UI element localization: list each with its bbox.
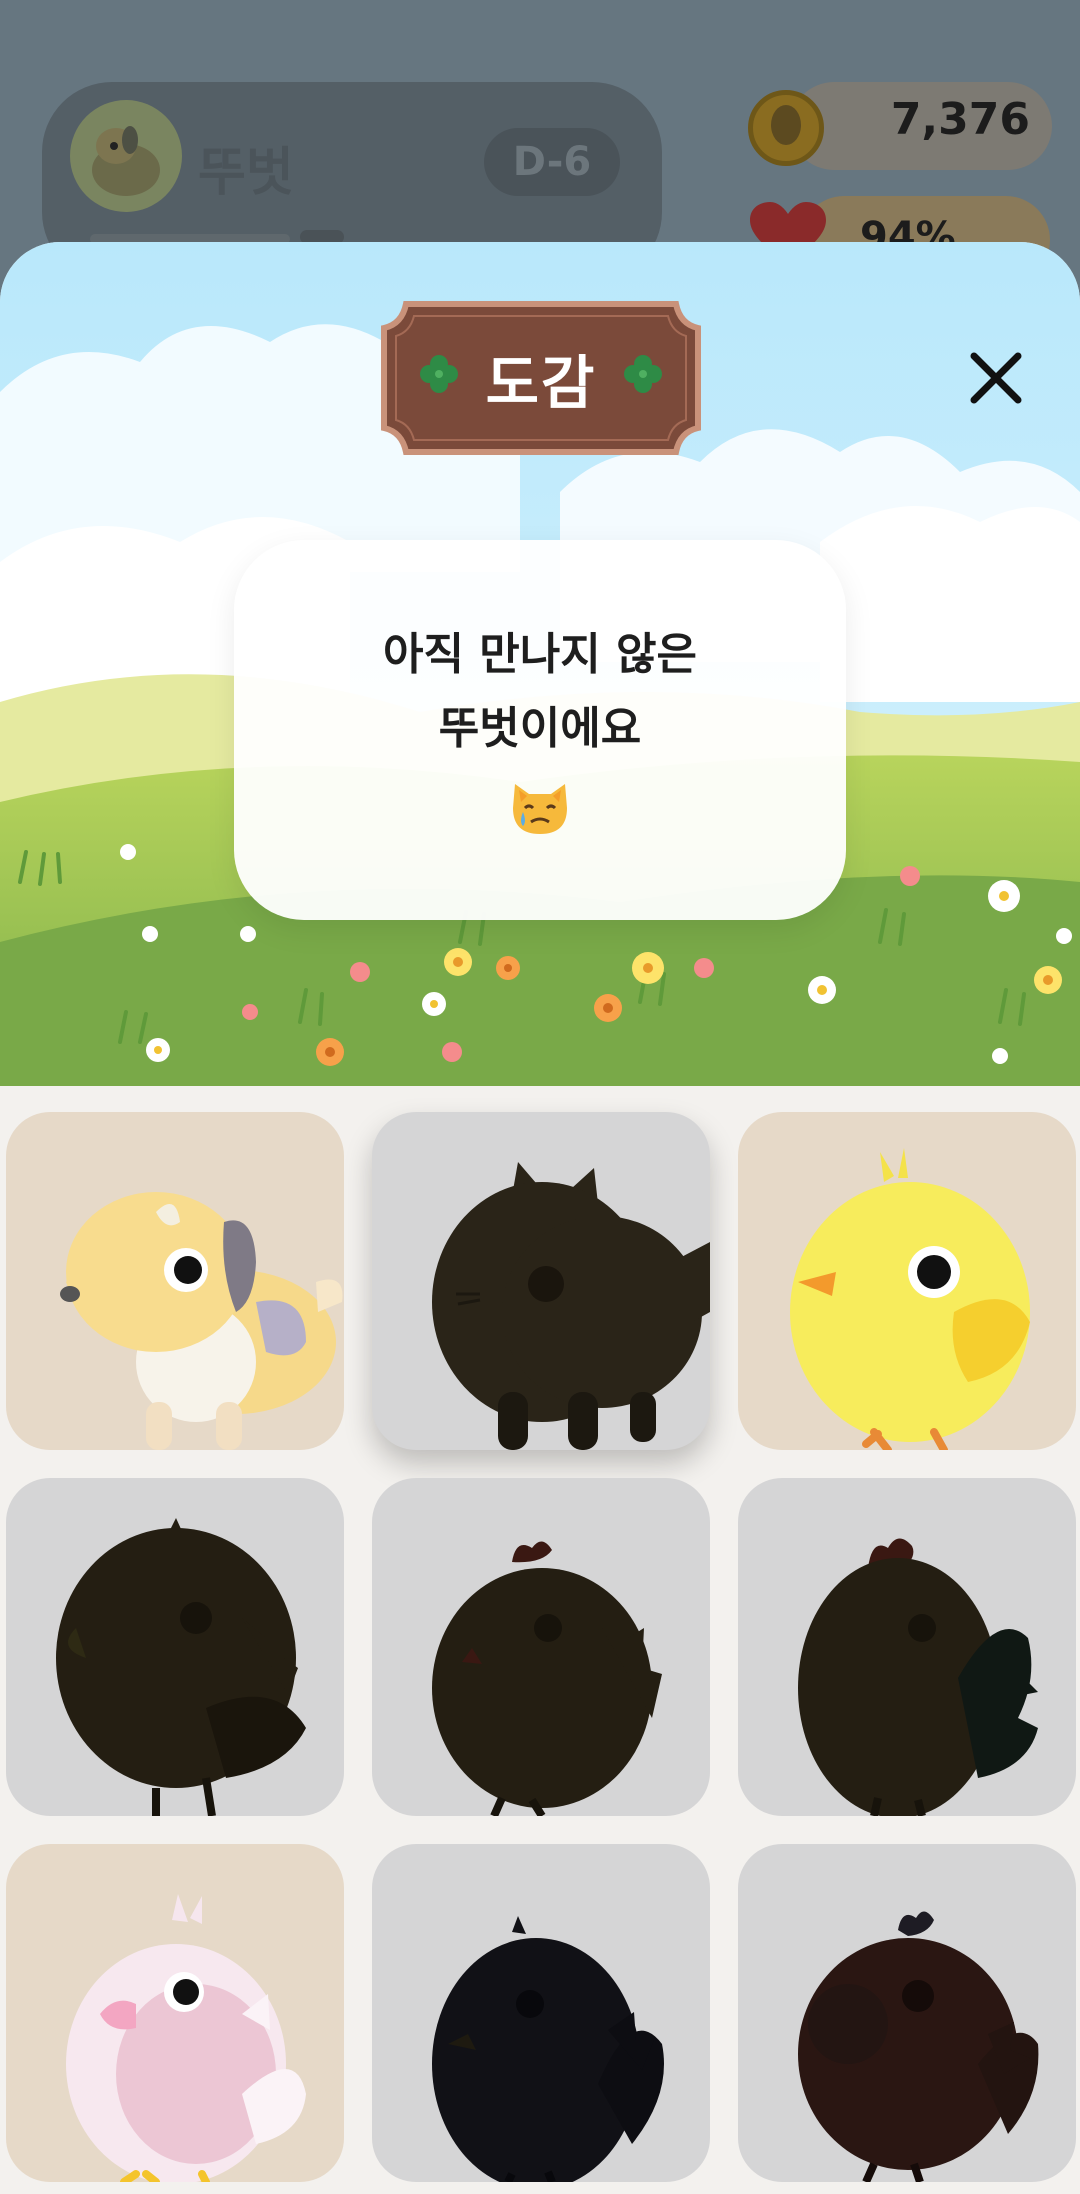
collection-item-chick[interactable] bbox=[738, 1112, 1076, 1450]
crying-cat-emoji-icon bbox=[513, 784, 567, 834]
bird-silhouette-icon bbox=[56, 1518, 306, 1816]
pet-name: 뚜벗 bbox=[198, 143, 294, 203]
close-icon bbox=[970, 352, 1022, 404]
crow-silhouette-icon bbox=[432, 1916, 664, 2182]
message-line-2: 뚜벗이에요 bbox=[438, 703, 642, 754]
collection-item-rooster[interactable] bbox=[738, 1478, 1076, 1816]
collection-item-bird[interactable] bbox=[6, 1478, 344, 1816]
dog-icon bbox=[60, 1192, 343, 1450]
cat-silhouette-icon bbox=[432, 1162, 710, 1450]
collection-modal: 도감 아직 만나지 않은 뚜벗이에요 bbox=[0, 242, 1080, 2194]
brown-rooster-silhouette-icon bbox=[798, 1911, 1039, 2182]
collection-item-cat[interactable] bbox=[372, 1112, 710, 1450]
collection-item-hen[interactable] bbox=[372, 1478, 710, 1816]
collection-item-dog[interactable] bbox=[6, 1112, 344, 1450]
modal-title: 도감 bbox=[485, 349, 597, 417]
hen-silhouette-icon bbox=[432, 1541, 662, 1816]
collection-item-pink-bird[interactable] bbox=[6, 1844, 344, 2182]
collection-item-crow[interactable] bbox=[372, 1844, 710, 2182]
pink-bird-icon bbox=[66, 1894, 306, 2182]
message-line-1: 아직 만나지 않은 bbox=[383, 629, 697, 680]
close-button[interactable] bbox=[956, 338, 1036, 418]
chick-icon bbox=[790, 1148, 1030, 1450]
collection-item-brown-rooster[interactable] bbox=[738, 1844, 1076, 2182]
dday-badge: D-6 bbox=[484, 128, 620, 196]
coin-icon bbox=[748, 90, 824, 166]
coin-value: 7,376 bbox=[890, 94, 1030, 145]
rooster-silhouette-icon bbox=[798, 1538, 1038, 1816]
locked-message-card: 아직 만나지 않은 뚜벗이에요 bbox=[234, 540, 846, 920]
pet-avatar bbox=[70, 100, 182, 212]
